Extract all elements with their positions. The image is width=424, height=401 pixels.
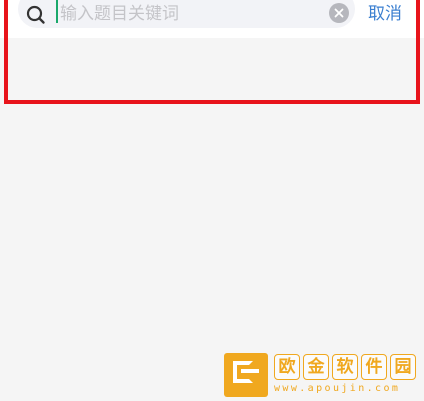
clear-icon[interactable] <box>329 3 349 23</box>
watermark-title: 欧 金 软 件 园 <box>274 354 416 380</box>
watermark-char: 件 <box>361 354 387 380</box>
search-input[interactable] <box>60 0 320 28</box>
cancel-button[interactable]: 取消 <box>368 0 402 28</box>
search-icon <box>26 5 46 25</box>
watermark: 欧 金 软 件 园 www.apoujin.com <box>224 353 422 399</box>
watermark-char: 欧 <box>274 354 300 380</box>
watermark-char: 园 <box>390 354 416 380</box>
watermark-url: www.apoujin.com <box>274 383 401 394</box>
watermark-char: 软 <box>332 354 358 380</box>
watermark-logo <box>224 353 268 397</box>
watermark-char: 金 <box>303 354 329 380</box>
text-caret <box>56 0 58 23</box>
